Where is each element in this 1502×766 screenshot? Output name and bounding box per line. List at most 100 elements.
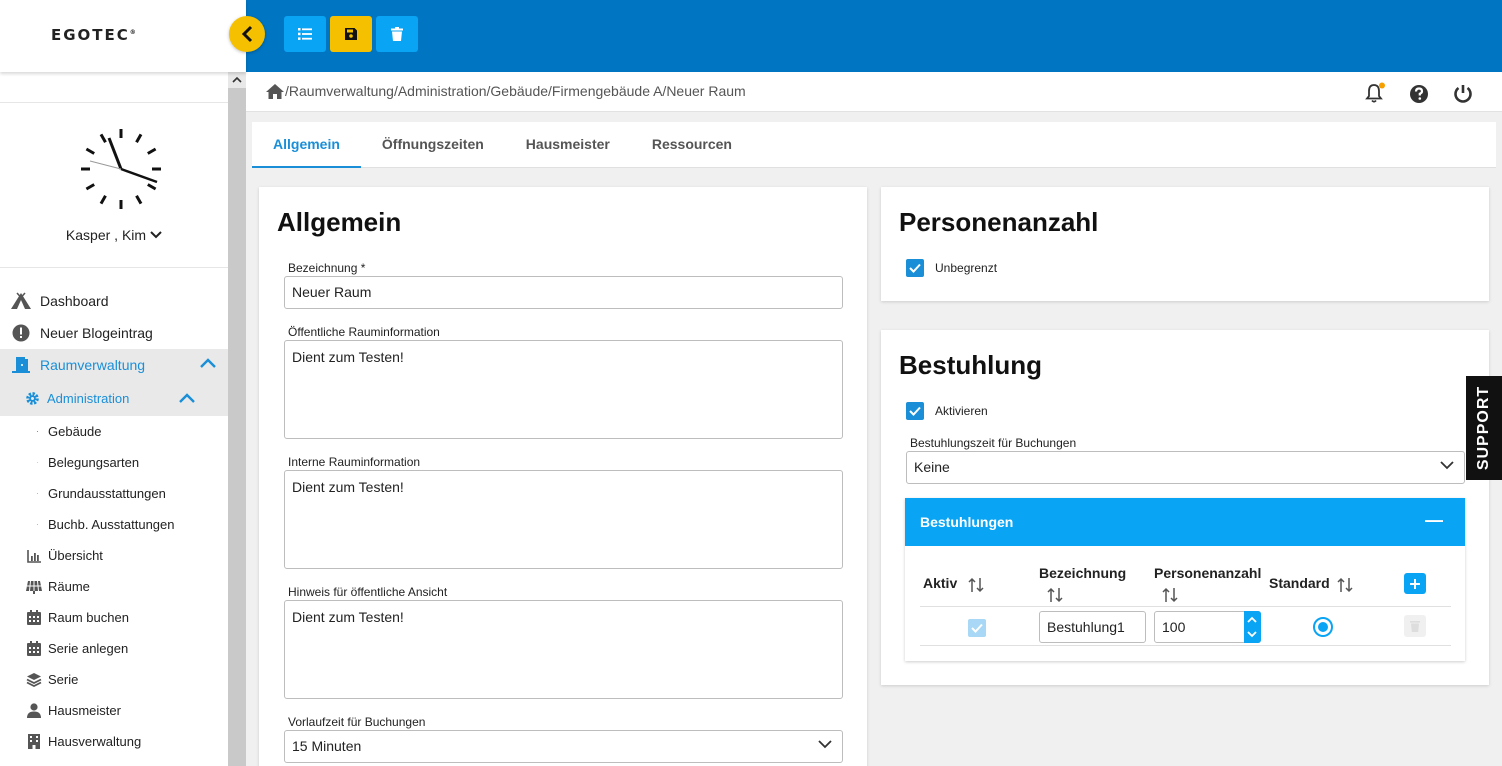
sort-icon[interactable] [1337, 577, 1353, 593]
sidebar-item-label: Übersicht [48, 548, 103, 563]
hint-label: Hinweis für öffentliche Ansicht [288, 585, 448, 599]
user-menu[interactable]: Kasper , Kim [0, 227, 228, 243]
sidebar-item-label: Neuer Blogeintrag [40, 325, 153, 341]
internal-info-textarea[interactable]: Dient zum Testen! [284, 470, 843, 569]
sidebar: EGOTEC® Kasper , Kim Dashboard Neuer Blo… [0, 0, 246, 766]
sidebar-item-raumverwaltung[interactable]: Raumverwaltung [0, 349, 228, 381]
lead-time-value: 15 Minuten [292, 738, 362, 754]
chevron-up-icon[interactable] [179, 393, 195, 403]
seating-list-panel: Bestuhlungen — Aktiv Bezeichnung Persone… [905, 498, 1465, 661]
delete-button[interactable] [376, 16, 418, 52]
tab-allgemein[interactable]: Allgemein [252, 122, 361, 168]
activate-label: Aktivieren [935, 404, 988, 418]
save-button[interactable] [330, 16, 372, 52]
chevron-down-icon[interactable] [1247, 631, 1257, 638]
seating-title: Bestuhlung [899, 350, 1042, 380]
logo[interactable]: EGOTEC® [51, 26, 136, 44]
chevron-left-icon [241, 25, 253, 43]
user-box: Kasper , Kim [0, 102, 228, 268]
sidebar-item-label: Grundausstattungen [48, 486, 166, 501]
sidebar-item-grundausstattungen[interactable]: Grundausstattungen [0, 478, 228, 509]
trash-icon [1410, 621, 1420, 632]
hint-textarea[interactable]: Dient zum Testen! [284, 600, 843, 699]
sidebar-item-label: Gebäude [48, 424, 102, 439]
sidebar-item-hausverwaltung[interactable]: Hausverwaltung [0, 726, 228, 757]
monitor-plus-icon [0, 517, 38, 532]
public-info-textarea[interactable]: Dient zum Testen! [284, 340, 843, 439]
chevron-up-icon[interactable] [200, 358, 216, 368]
calendar-icon [0, 641, 46, 656]
add-seating-button[interactable] [1404, 573, 1426, 594]
breadcrumb-path[interactable]: /Raumverwaltung/Administration/Gebäude/F… [285, 83, 746, 99]
clock-icon [80, 128, 162, 210]
sidebar-item-belegungsarten[interactable]: Belegungsarten [0, 447, 228, 478]
tab-hausmeister[interactable]: Hausmeister [505, 122, 631, 168]
sort-icon[interactable] [1047, 587, 1063, 603]
support-button[interactable]: SUPPORT [1466, 376, 1502, 480]
sidebar-item-label: Serie [48, 672, 79, 687]
logo-area: EGOTEC® [0, 0, 246, 72]
check-icon [909, 406, 921, 416]
chevron-down-icon [150, 231, 162, 239]
scroll-up-arrow-icon[interactable] [228, 72, 246, 88]
sidebar-item-serie-anlegen[interactable]: Serie anlegen [0, 633, 228, 664]
number-stepper[interactable] [1244, 611, 1261, 643]
row-personen-input[interactable]: 100 [1154, 611, 1261, 643]
persons-title: Personenanzahl [899, 207, 1099, 237]
internal-info-label: Interne Rauminformation [288, 455, 421, 469]
sidebar-item-uebersicht[interactable]: Übersicht [0, 540, 228, 571]
chart-icon [0, 549, 46, 563]
power-icon[interactable] [1452, 82, 1474, 104]
sidebar-item-raum-buchen[interactable]: Raum buchen [0, 602, 228, 633]
row-delete-button[interactable] [1404, 615, 1426, 637]
sidebar-item-hausmeister[interactable]: Hausmeister [0, 695, 228, 726]
plus-icon [1410, 578, 1420, 589]
row-active-checkbox[interactable] [968, 619, 986, 637]
tab-ressourcen[interactable]: Ressourcen [631, 122, 753, 168]
lead-time-select[interactable]: 15 Minuten [284, 730, 843, 763]
sort-icon[interactable] [968, 577, 984, 593]
sidebar-item-administration[interactable]: Administration [0, 381, 228, 416]
sidebar-item-blog[interactable]: Neuer Blogeintrag [0, 317, 228, 349]
chevron-down-icon [818, 740, 832, 749]
sidebar-item-buchb-ausstattungen[interactable]: Buchb. Ausstattungen [0, 509, 228, 540]
sidebar-item-raeume[interactable]: Räume [0, 571, 228, 602]
list-icon [298, 28, 312, 40]
sidebar-item-label: Administration [47, 391, 130, 406]
sidebar-item-gebaeude[interactable]: Gebäude [0, 416, 228, 447]
sidebar-collapse-button[interactable] [229, 16, 265, 52]
sidebar-item-label: Hausverwaltung [48, 734, 142, 749]
chevron-up-icon[interactable] [1247, 616, 1257, 623]
home-icon[interactable] [265, 83, 285, 99]
seating-time-select[interactable]: Keine [906, 451, 1465, 484]
sidebar-item-serie[interactable]: Serie [0, 664, 228, 695]
row-bezeichnung-input[interactable]: Bestuhlung1 [1039, 611, 1146, 643]
public-info-label: Öffentliche Rauminformation [288, 325, 440, 339]
general-card: Allgemein Bezeichnung * Neuer Raum Öffen… [259, 187, 867, 766]
building-icon [0, 424, 38, 439]
help-icon[interactable] [1408, 82, 1430, 104]
sidebar-nav: Dashboard Neuer Blogeintrag Raumverwaltu… [0, 285, 228, 757]
header-aktiv: Aktiv [923, 575, 958, 591]
collapse-icon[interactable]: — [1425, 510, 1443, 531]
row-divider [920, 645, 1451, 646]
persons-card: Personenanzahl Unbegrenzt [881, 187, 1489, 301]
list-button[interactable] [284, 16, 326, 52]
sidebar-item-label: Buchb. Ausstattungen [48, 517, 175, 532]
activate-checkbox[interactable] [906, 402, 924, 420]
sidebar-item-label: Räume [48, 579, 90, 594]
logo-mark: ® [129, 29, 136, 36]
support-label: SUPPORT [1475, 385, 1492, 471]
sidebar-item-label: Belegungsarten [48, 455, 140, 470]
sort-icon[interactable] [1162, 587, 1178, 603]
bezeichnung-input[interactable]: Neuer Raum [284, 276, 843, 309]
seating-list-header[interactable]: Bestuhlungen — [905, 498, 1465, 546]
sidebar-scrollbar[interactable] [228, 72, 246, 766]
top-toolbar [246, 0, 1502, 72]
unlimited-checkbox[interactable] [906, 259, 924, 277]
tab-oeffnungszeiten[interactable]: Öffnungszeiten [361, 122, 505, 168]
row-standard-radio[interactable] [1312, 616, 1334, 638]
unlimited-label: Unbegrenzt [935, 261, 998, 275]
sidebar-item-dashboard[interactable]: Dashboard [0, 285, 228, 317]
bell-icon[interactable] [1364, 82, 1386, 104]
